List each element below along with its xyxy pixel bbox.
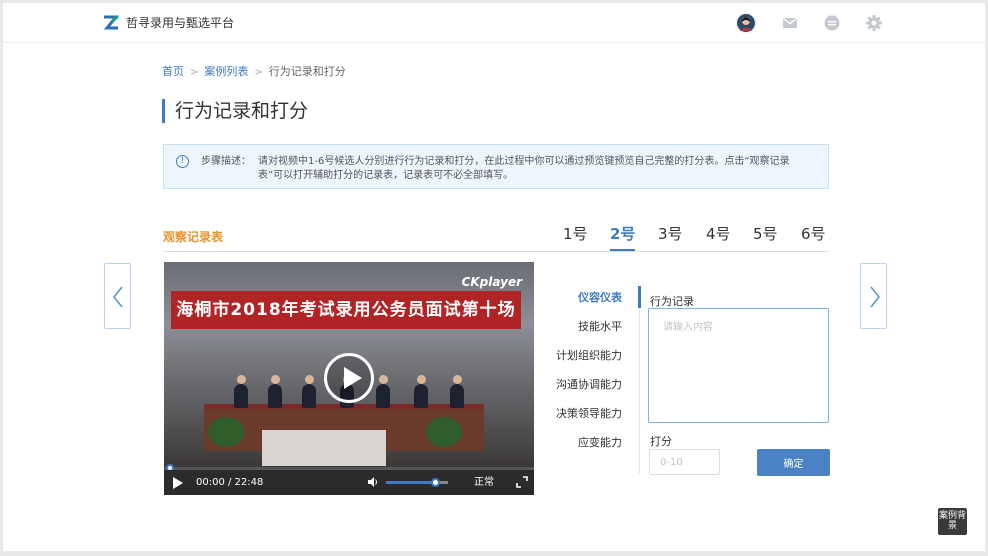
observation-record-link[interactable]: 观察记录表 bbox=[163, 228, 223, 245]
avatar[interactable] bbox=[736, 13, 756, 33]
video-person bbox=[450, 375, 464, 408]
criterion-adaptability[interactable]: 应变能力 bbox=[533, 437, 622, 466]
score-label: 打分 bbox=[650, 435, 672, 448]
fullscreen-icon[interactable] bbox=[516, 476, 528, 488]
brand-logo-icon bbox=[103, 15, 119, 30]
previous-arrow-button[interactable] bbox=[104, 263, 131, 329]
active-criterion-marker bbox=[638, 286, 641, 308]
player-watermark: CKplayer bbox=[461, 275, 522, 289]
mail-icon[interactable] bbox=[780, 13, 800, 33]
volume-fill bbox=[386, 481, 436, 484]
tab-candidate-5[interactable]: 5号 bbox=[753, 225, 778, 251]
breadcrumb-separator: > bbox=[254, 67, 263, 78]
criteria-divider bbox=[639, 286, 640, 474]
video-player[interactable]: 海桐市2018年考试录用公务员面试第十场 CKplayer 00:00 / 22… bbox=[164, 262, 534, 495]
chevron-left-icon bbox=[113, 286, 123, 308]
score-input[interactable] bbox=[649, 449, 720, 475]
tab-candidate-4[interactable]: 4号 bbox=[706, 225, 731, 251]
speed-selector[interactable]: 正常 bbox=[474, 476, 494, 489]
info-icon: ! bbox=[176, 155, 189, 168]
video-person bbox=[376, 375, 390, 408]
video-person bbox=[414, 375, 428, 408]
volume-slider[interactable] bbox=[386, 478, 448, 487]
behavior-record-label: 行为记录 bbox=[650, 295, 694, 308]
video-podium bbox=[262, 430, 386, 466]
top-bar: 哲寻录用与甄选平台 bbox=[3, 3, 985, 43]
tab-candidate-2[interactable]: 2号 bbox=[610, 225, 636, 251]
message-icon[interactable] bbox=[822, 13, 842, 33]
tab-candidate-6[interactable]: 6号 bbox=[801, 225, 826, 251]
tab-candidate-3[interactable]: 3号 bbox=[658, 225, 683, 251]
video-person bbox=[268, 375, 282, 408]
confirm-button[interactable]: 确定 bbox=[757, 449, 830, 476]
page-title: 行为记录和打分 bbox=[162, 99, 308, 123]
video-person bbox=[234, 375, 248, 408]
video-plant bbox=[208, 417, 244, 447]
gear-icon[interactable] bbox=[864, 13, 884, 33]
video-banner: 海桐市2018年考试录用公务员面试第十场 bbox=[171, 291, 521, 329]
next-arrow-button[interactable] bbox=[860, 263, 887, 329]
tabs-divider bbox=[163, 251, 829, 252]
video-plant bbox=[426, 417, 462, 447]
breadcrumb: 首页 > 案例列表 > 行为记录和打分 bbox=[162, 65, 346, 80]
volume-icon[interactable] bbox=[367, 476, 379, 488]
behavior-record-textarea[interactable] bbox=[648, 308, 829, 423]
criterion-leadership[interactable]: 决策领导能力 bbox=[533, 408, 622, 437]
volume-handle[interactable] bbox=[430, 478, 440, 487]
play-icon[interactable] bbox=[173, 477, 183, 489]
criterion-appearance[interactable]: 仪容仪表 bbox=[533, 292, 622, 321]
breadcrumb-separator: > bbox=[190, 67, 199, 78]
app-frame: 哲寻录用与甄选平台 首页 > 案例列表 > 行为记录和打分 行为记录和打分 ! … bbox=[3, 3, 985, 551]
breadcrumb-current: 行为记录和打分 bbox=[268, 65, 346, 78]
play-overlay-button[interactable] bbox=[324, 353, 374, 403]
criterion-planning[interactable]: 计划组织能力 bbox=[533, 350, 622, 379]
case-background-button[interactable]: 案例背景 bbox=[938, 508, 967, 535]
step-notice: ! 步骤描述： 请对视频中1-6号候选人分别进行行为记录和打分，在此过程中你可以… bbox=[163, 144, 829, 189]
notice-text: 请对视频中1-6号候选人分别进行行为记录和打分，在此过程中你可以通过预览键预览自… bbox=[258, 156, 790, 181]
criteria-list: 仪容仪表 技能水平 计划组织能力 沟通协调能力 决策领导能力 应变能力 bbox=[533, 292, 622, 466]
notice-label: 步骤描述： bbox=[201, 156, 251, 167]
video-person bbox=[302, 375, 316, 408]
playback-time: 00:00 / 22:48 bbox=[196, 477, 264, 488]
chevron-right-icon bbox=[870, 286, 880, 308]
breadcrumb-home[interactable]: 首页 bbox=[162, 65, 184, 78]
criterion-communication[interactable]: 沟通协调能力 bbox=[533, 379, 622, 408]
player-controls: 00:00 / 22:48 正常 bbox=[164, 470, 534, 495]
brand-name: 哲寻录用与甄选平台 bbox=[126, 16, 235, 30]
breadcrumb-case-list[interactable]: 案例列表 bbox=[204, 65, 248, 78]
tab-candidate-1[interactable]: 1号 bbox=[563, 225, 588, 251]
criterion-skill[interactable]: 技能水平 bbox=[533, 321, 622, 350]
